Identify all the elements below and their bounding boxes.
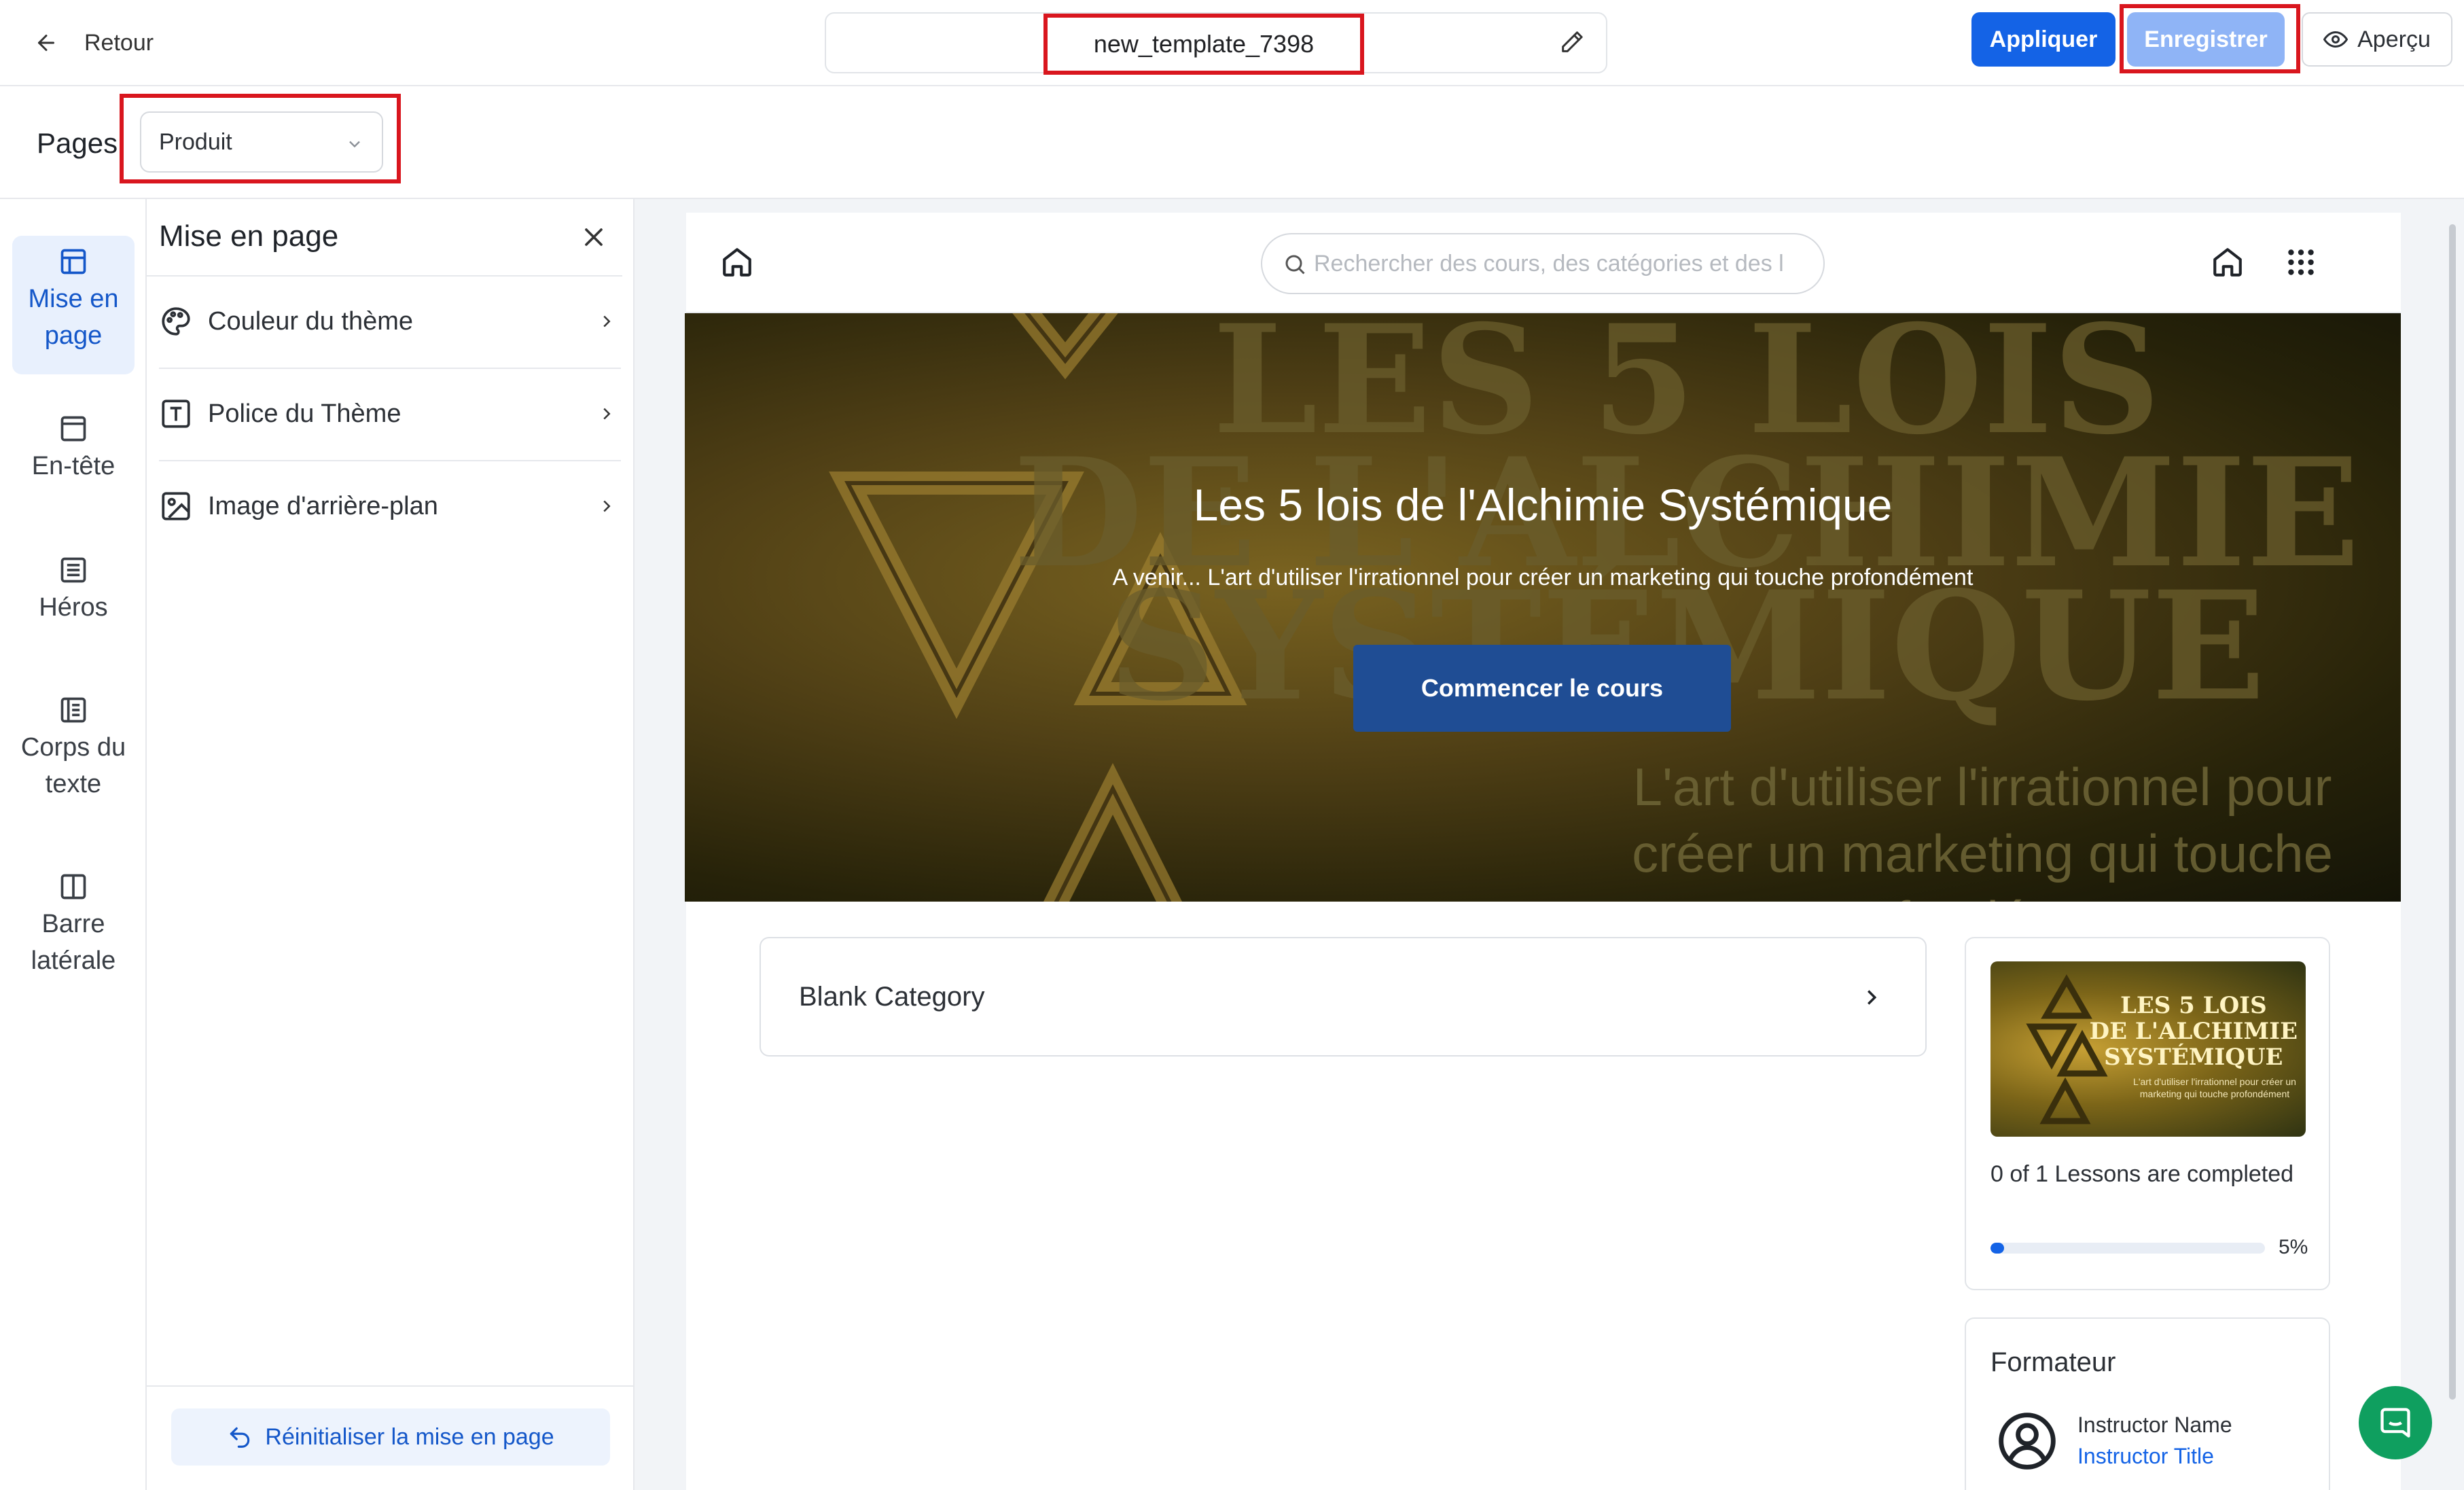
progress-percent: 5%	[2279, 1236, 2308, 1258]
progress-card: LES 5 LOIS DE L'ALCHIMIE SYSTÉMIQUE L'ar…	[1965, 937, 2330, 1290]
rail-label-body-text: Corps du texte	[20, 733, 126, 798]
site-canvas: Rechercher des cours, des catégories et …	[685, 213, 2401, 1490]
body-text-icon	[60, 697, 86, 723]
back-button[interactable]: Retour	[34, 26, 154, 60]
close-icon[interactable]	[579, 222, 609, 252]
hero-bg-sub-line: L'art d'utiliser l'irrationnel pour	[1632, 757, 2332, 817]
rail-item-body-text[interactable]: Corps du texte	[12, 695, 135, 817]
font-icon	[162, 400, 190, 428]
instructor-name: Instructor Name	[2077, 1413, 2232, 1437]
rail-label-layout: Mise en page	[28, 285, 119, 350]
panel-row-label: Image d'arrière-plan	[208, 491, 438, 520]
arrow-left-icon	[38, 35, 54, 51]
back-label: Retour	[84, 29, 154, 56]
instructor-title[interactable]: Instructor Title	[2077, 1444, 2214, 1469]
palette-icon	[162, 307, 190, 336]
chevron-down-icon	[349, 141, 360, 148]
divider	[147, 1385, 635, 1387]
rail-label-sidebar: Barre latérale	[31, 910, 116, 975]
page-select[interactable]: Produit	[140, 111, 383, 173]
rail-item-hero[interactable]: Héros	[12, 555, 135, 637]
template-name-text[interactable]: new_template_7398	[1043, 14, 1364, 75]
category-card[interactable]: Blank Category	[760, 937, 1927, 1057]
preview-button[interactable]: Aperçu	[2302, 12, 2452, 67]
thumbnail-title: LES 5 LOIS DE L'ALCHIMIE SYSTÉMIQUE	[2090, 993, 2298, 1070]
progress-text: 0 of 1 Lessons are completed	[1990, 1161, 2294, 1187]
panel-title: Mise en page	[159, 219, 339, 253]
layout-panel: Mise en page Couleur du thème Police du …	[147, 199, 635, 1490]
category-title: Blank Category	[799, 981, 985, 1012]
chevron-right-icon	[603, 408, 611, 420]
preview-area: Rechercher des cours, des catégories et …	[635, 199, 2464, 1490]
chevron-right-icon	[603, 500, 611, 512]
layout-icon	[60, 249, 86, 274]
sidebar-icon	[60, 874, 86, 900]
site-header: Rechercher des cours, des catégories et …	[686, 213, 2401, 313]
rail-label-hero: Héros	[39, 593, 108, 622]
hero-icon	[60, 557, 86, 583]
preview-label: Aperçu	[2357, 26, 2431, 52]
instructor-card: Formateur Instructor Name Instructor Tit…	[1965, 1317, 2330, 1490]
hero-bg-sub-line: profondément	[1632, 887, 2333, 902]
panel-row-theme-color[interactable]: Couleur du thème	[159, 275, 621, 368]
hero-bg-sub-line: créer un marketing qui touche	[1632, 823, 2333, 883]
thumb-line: SYSTÉMIQUE	[2104, 1044, 2283, 1071]
search-placeholder: Rechercher des cours, des catégories et …	[1314, 250, 1784, 277]
home-icon[interactable]	[720, 245, 754, 279]
instructor-section-title: Formateur	[1990, 1347, 2116, 1377]
pages-label: Pages	[37, 127, 118, 159]
undo-icon	[230, 1427, 250, 1448]
hero-subtitle: A venir... L'art d'utiliser l'irrationne…	[1112, 565, 1974, 590]
save-button[interactable]: Enregistrer	[2127, 12, 2285, 67]
course-thumbnail: LES 5 LOIS DE L'ALCHIMIE SYSTÉMIQUE L'ar…	[1990, 961, 2306, 1137]
top-bar: Retour new_template_7398 Appliquer Enreg…	[0, 0, 2464, 86]
image-icon	[162, 492, 190, 520]
scrollbar[interactable]	[2449, 224, 2456, 1400]
chevron-right-icon	[1868, 990, 1877, 1005]
pencil-icon[interactable]	[1558, 29, 1586, 56]
chevron-right-icon	[603, 315, 611, 327]
reset-layout-label: Réinitialiser la mise en page	[265, 1423, 554, 1450]
hero-background-subtitle: L'art d'utiliser l'irrationnel pour crée…	[1632, 753, 2333, 902]
panel-row-label: Couleur du thème	[208, 306, 414, 336]
progress-bar-fill	[1990, 1243, 2005, 1254]
start-course-button[interactable]: Commencer le cours	[1353, 645, 1731, 732]
reset-layout-button[interactable]: Réinitialiser la mise en page	[171, 1408, 610, 1466]
editor-rail: Mise en page En-tête Héros Corps du text…	[0, 199, 147, 1490]
header-icon	[60, 416, 86, 442]
chat-icon	[2380, 1408, 2410, 1438]
panel-row-label: Police du Thème	[208, 399, 401, 428]
user-avatar-icon	[1999, 1413, 2056, 1470]
progress-bar	[1990, 1243, 2265, 1254]
apply-button[interactable]: Appliquer	[1971, 12, 2115, 67]
rail-label-header: En-tête	[31, 452, 115, 480]
panel-row-theme-font[interactable]: Police du Thème	[159, 368, 621, 460]
hero-banner: LES 5 LOIS DE L'ALCHIMIE SYSTÉMIQUE L'ar…	[685, 313, 2401, 902]
thumbnail-subtitle: L'art d'utiliser l'irrationnel pour crée…	[2133, 1076, 2296, 1099]
apps-grid-icon[interactable]	[2284, 245, 2318, 279]
chat-button[interactable]	[2359, 1386, 2432, 1459]
rail-item-header[interactable]: En-tête	[12, 414, 135, 495]
eye-icon	[2323, 31, 2349, 48]
rail-item-layout[interactable]: Mise en page	[12, 236, 135, 374]
hero-title: Les 5 lois de l'Alchimie Systémique	[1193, 480, 1893, 530]
panel-row-background-image[interactable]: Image d'arrière-plan	[159, 460, 621, 552]
search-icon	[1285, 255, 1305, 274]
rail-item-sidebar[interactable]: Barre latérale	[12, 872, 135, 994]
page-select-value: Produit	[159, 128, 232, 155]
home-icon[interactable]	[2211, 245, 2245, 279]
thumb-line: DE L'ALCHIMIE	[2089, 1018, 2298, 1045]
thumb-line: LES 5 LOIS	[2120, 992, 2267, 1019]
site-search-input[interactable]: Rechercher des cours, des catégories et …	[1261, 233, 1825, 294]
